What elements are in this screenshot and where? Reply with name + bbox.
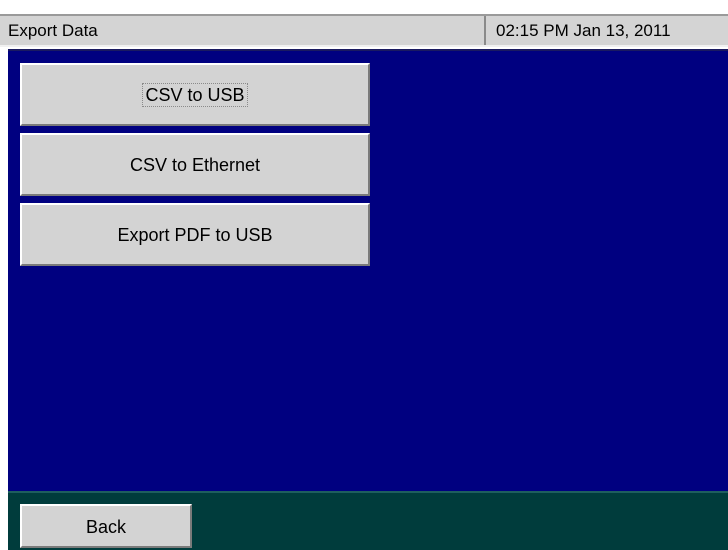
- csv-to-ethernet-label: CSV to Ethernet: [129, 155, 261, 175]
- csv-to-usb-label: CSV to USB: [142, 83, 248, 107]
- csv-to-usb-button[interactable]: CSV to USB: [20, 63, 370, 126]
- datetime-display: 02:15 PM Jan 13, 2011: [496, 21, 671, 40]
- export-pdf-to-usb-label: Export PDF to USB: [117, 225, 273, 245]
- export-options-panel: CSV to USB CSV to Ethernet Export PDF to…: [8, 49, 728, 491]
- page-title: Export Data: [8, 21, 98, 40]
- csv-to-ethernet-button[interactable]: CSV to Ethernet: [20, 133, 370, 196]
- export-data-screen: Export Data 02:15 PM Jan 13, 2011 CSV to…: [0, 0, 728, 550]
- title-bar: Export Data 02:15 PM Jan 13, 2011: [0, 14, 728, 47]
- clock-panel: 02:15 PM Jan 13, 2011: [484, 16, 728, 45]
- back-button-label: Back: [85, 517, 127, 537]
- back-button[interactable]: Back: [20, 504, 192, 548]
- footer-bar: Back: [8, 491, 728, 550]
- export-pdf-to-usb-button[interactable]: Export PDF to USB: [20, 203, 370, 266]
